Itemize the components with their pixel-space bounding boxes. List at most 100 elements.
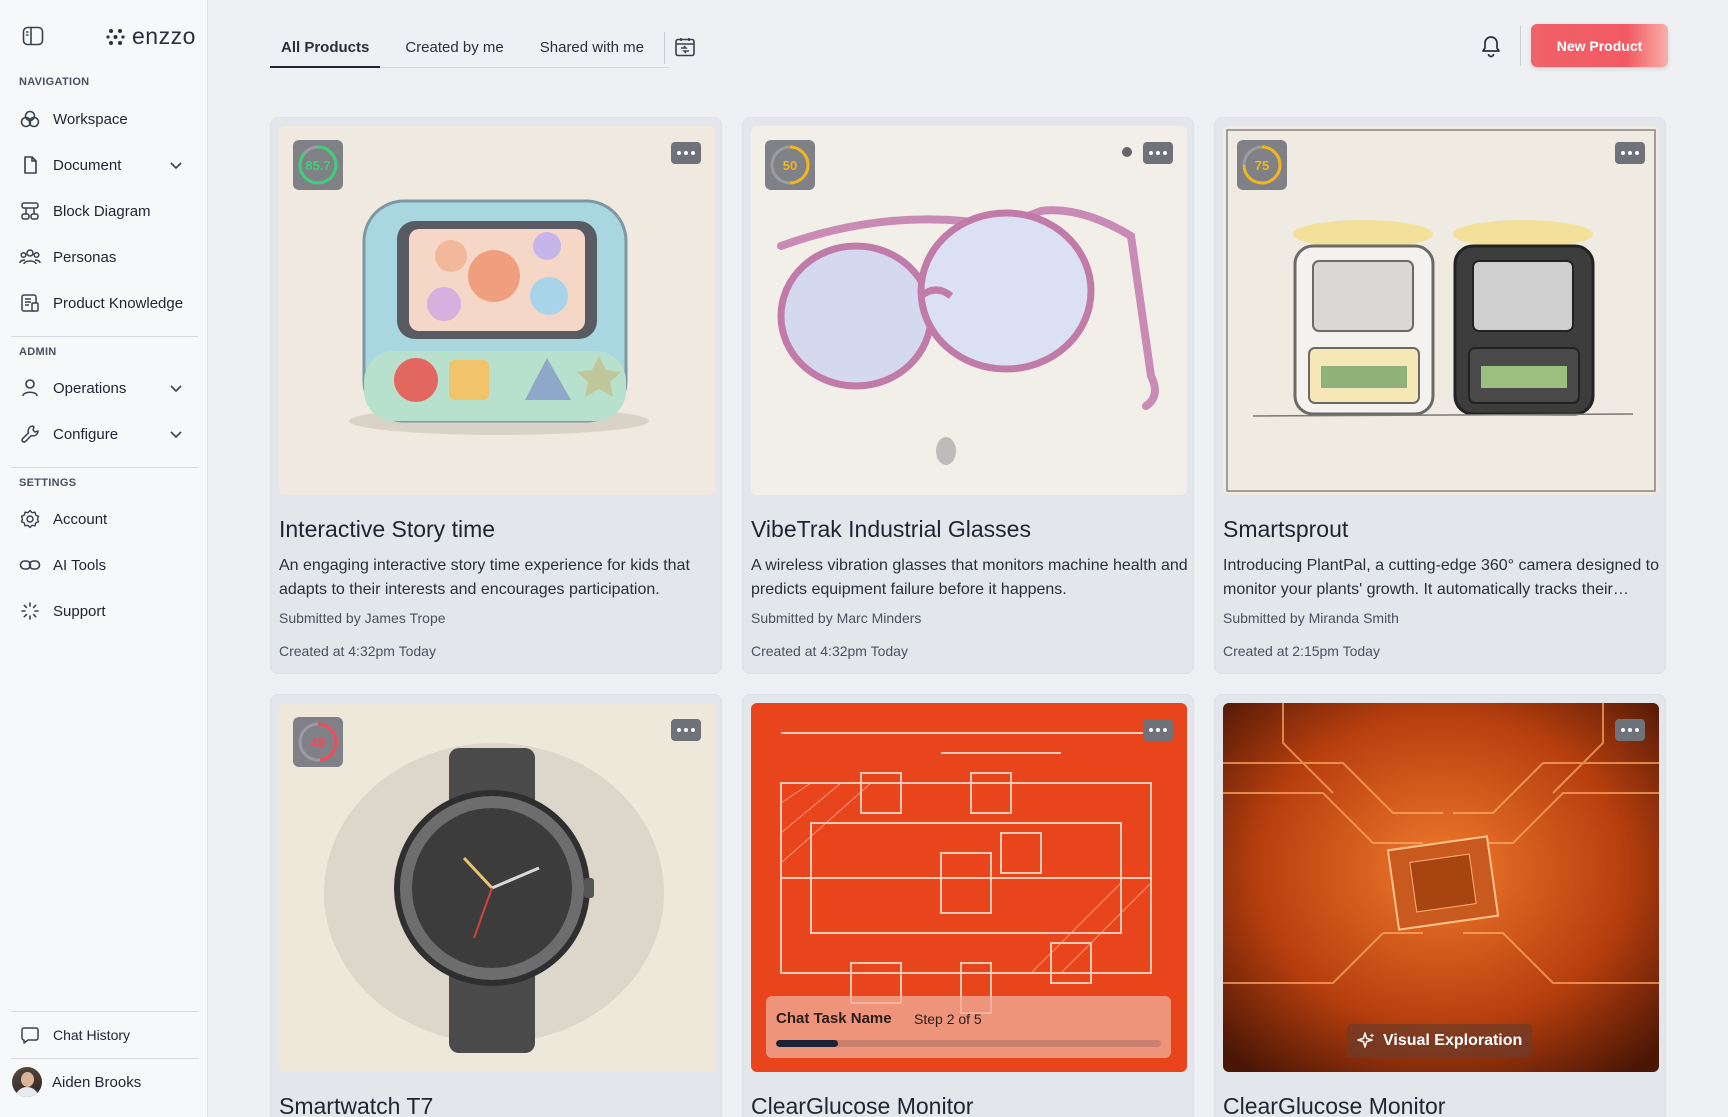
product-title: Interactive Story time [279,516,496,542]
chevron-down-icon[interactable] [168,426,184,442]
product-card[interactable]: 48 Smartwatch T7 [270,694,722,1117]
sidebar-item-label: Account [53,510,108,528]
sidebar-item-label: Support [53,602,106,620]
product-image: Visual Exploration [1223,703,1659,1072]
personas-icon [19,246,41,268]
chat-history-link[interactable]: Chat History [10,1015,198,1055]
workspace-icon [19,108,41,130]
sidebar-item-label: Block Diagram [53,202,151,220]
product-card[interactable]: Visual Exploration ClearGlucose Monitor [1214,694,1666,1117]
sidebar-item-account[interactable]: Account [10,499,198,539]
more-options-button[interactable] [671,142,701,164]
sidebar-item-label: Document [53,156,122,174]
more-options-button[interactable] [671,719,701,741]
product-card[interactable]: 75 Smartsprout Introducing PlantPal, a c… [1214,117,1666,674]
chevron-down-icon[interactable] [168,157,184,173]
score-badge[interactable]: 50 [765,140,815,190]
document-icon [19,154,41,176]
new-product-button[interactable]: New Product [1531,24,1668,67]
header-divider [1520,26,1521,66]
sidebar-item-product-knowledge[interactable]: Product Knowledge [10,283,198,323]
section-label-settings: SETTINGS [19,477,77,489]
tab-shared-with-me[interactable]: Shared with me [529,28,655,68]
tab-all-products[interactable]: All Products [270,28,381,68]
product-card[interactable]: 50 VibeTrak Industrial Glasses A wireles… [742,117,1194,674]
score-value: 48 [310,734,326,750]
sidebar-item-personas[interactable]: Personas [10,237,198,277]
score-badge[interactable]: 48 [293,717,343,767]
product-image: Chat Task Name Step 2 of 5 [751,703,1187,1072]
block-diagram-icon [19,200,41,222]
sidebar-divider [11,1058,198,1059]
sidebar-item-label: Configure [53,425,119,443]
product-title: VibeTrak Industrial Glasses [751,516,1031,542]
task-progress-bar [776,1040,1161,1047]
product-description: An engaging interactive story time exper… [279,557,690,598]
link-icon [19,554,41,576]
product-knowledge-icon [19,292,41,314]
user-icon [19,377,41,399]
score-value: 75 [1254,157,1270,173]
wrench-icon [19,423,41,445]
visual-exploration-badge[interactable]: Visual Exploration [1347,1024,1533,1058]
sidebar-item-label: Operations [53,379,127,397]
gear-icon [19,508,41,530]
sidebar-item-ai-tools[interactable]: AI Tools [10,545,198,585]
sidebar-item-label: AI Tools [53,556,107,574]
score-badge[interactable]: 75 [1237,140,1287,190]
chevron-down-icon[interactable] [168,380,184,396]
sidebar-item-configure[interactable]: Configure [10,414,198,454]
product-title: ClearGlucose Monitor [1223,1093,1446,1117]
sidebar-divider [11,467,198,468]
user-name: Aiden Brooks [52,1073,142,1091]
task-progress-fill [776,1040,838,1047]
product-created-at: Created at 2:15pm Today [1223,643,1380,659]
sidebar-item-support[interactable]: Support [10,591,198,631]
sidebar-item-operations[interactable]: Operations [10,368,198,408]
chat-history-icon [19,1024,41,1046]
product-description: Introducing PlantPal, a cutting-edge 360… [1223,557,1660,598]
product-card[interactable]: Chat Task Name Step 2 of 5 ClearGlucose … [742,694,1194,1117]
support-icon [19,600,41,622]
product-title: Smartwatch T7 [279,1093,434,1117]
product-submitter: Submitted by James Trope [279,610,446,626]
chat-task-progress[interactable]: Chat Task Name Step 2 of 5 [766,996,1171,1058]
product-card[interactable]: 85.7 Interactive Story time An engaging … [270,117,722,674]
more-options-button[interactable] [1615,142,1645,164]
sidebar-item-block-diagram[interactable]: Block Diagram [10,191,198,231]
product-submitter: Submitted by Miranda Smith [1223,610,1399,626]
tab-created-by-me[interactable]: Created by me [394,28,514,68]
sidebar-item-label: Product Knowledge [53,294,184,312]
user-profile[interactable]: Aiden Brooks [12,1062,141,1102]
section-label-admin: ADMIN [19,346,57,358]
sidebar-item-label: Personas [53,248,117,266]
product-description: A wireless vibration glasses that monito… [751,557,1188,598]
visual-exploration-label: Visual Exploration [1383,1032,1523,1049]
bell-icon[interactable] [1480,34,1502,58]
sidebar-item-label: Workspace [53,110,128,128]
chat-history-label: Chat History [53,1027,131,1043]
sidebar-toggle-icon[interactable] [22,26,44,46]
more-options-button[interactable] [1143,142,1173,164]
score-badge[interactable]: 85.7 [293,140,343,190]
more-options-button[interactable] [1615,719,1645,741]
avatar [12,1067,42,1097]
product-image: 75 [1223,126,1659,495]
product-created-at: Created at 4:32pm Today [751,643,908,659]
section-label-navigation: NAVIGATION [19,76,90,88]
calendar-icon[interactable] [674,36,696,58]
more-options-button[interactable] [1143,719,1173,741]
product-image: 50 [751,126,1187,495]
sidebar-item-document[interactable]: Document [10,145,198,185]
task-name: Chat Task Name [776,1010,892,1027]
task-step: Step 2 of 5 [914,1011,982,1027]
logo[interactable]: enzzo [106,23,196,50]
sidebar-header: enzzo [0,18,208,54]
product-title: Smartsprout [1223,516,1349,542]
product-title: ClearGlucose Monitor [751,1093,974,1117]
logo-icon [106,28,125,45]
sidebar-item-workspace[interactable]: Workspace [10,99,198,139]
tabs-divider [664,32,665,64]
score-value: 85.7 [305,157,331,173]
product-image: 85.7 [279,126,715,495]
